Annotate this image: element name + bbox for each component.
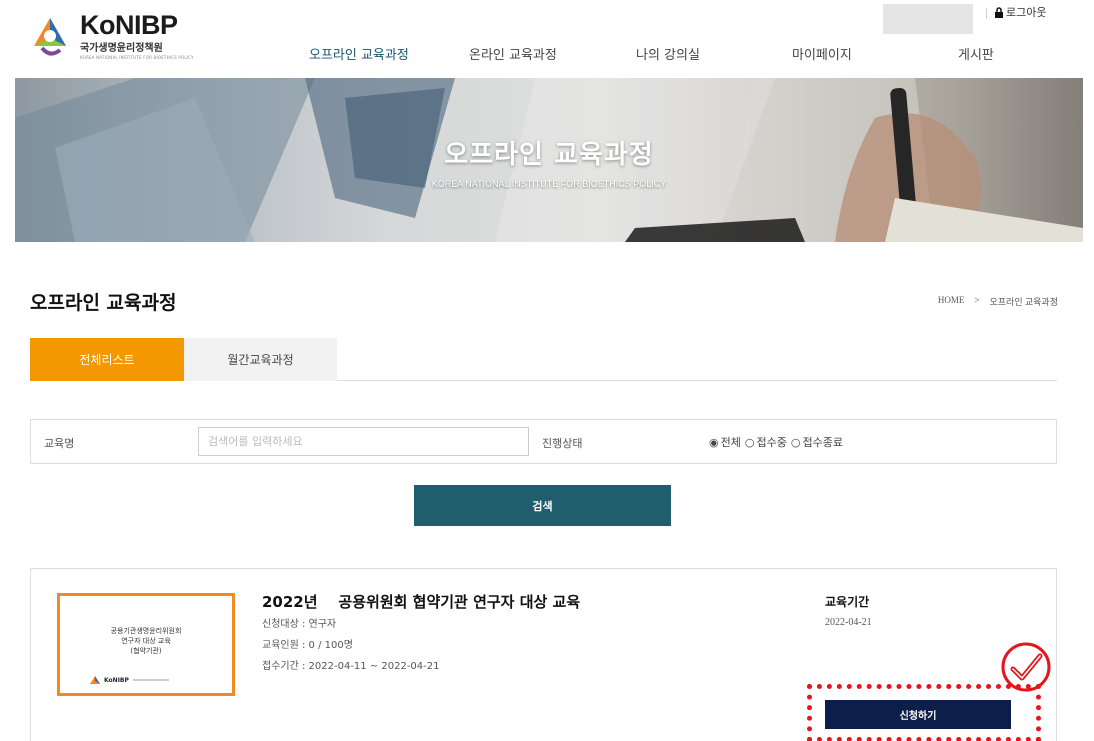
course-title[interactable]: 2022년 공용위원회 협약기관 연구자 대상 교육	[262, 591, 580, 612]
hero-subtitle: KOREA NATIONAL INSTITUTE FOR BIOETHICS P…	[431, 179, 667, 189]
breadcrumb-current: 오프라인 교육과정	[989, 297, 1059, 307]
status-radio-closed[interactable]: ○ 접수종료	[791, 434, 843, 450]
tab-monthly-courses[interactable]: 월간교육과정	[184, 338, 337, 381]
course-name-input[interactable]	[198, 427, 529, 456]
course-target: 신청대상 : 연구자	[262, 619, 337, 630]
nav-my-page[interactable]: 마이페이지	[792, 44, 852, 63]
logo-subtitle-en: KOREA NATIONAL INSTITUTE FOR BIOETHICS P…	[80, 55, 194, 60]
site-header: KoNIBP 국가생명윤리정책원 KOREA NATIONAL INSTITUT…	[0, 0, 1094, 78]
lock-icon	[995, 6, 1003, 18]
radio-checked-icon: ◉	[709, 435, 719, 449]
breadcrumb: HOME > 오프라인 교육과정	[938, 295, 1058, 308]
course-capacity: 교육인원 : 0 / 100명	[262, 640, 353, 651]
hero-title: 오프라인 교육과정	[444, 140, 654, 170]
status-radio-open[interactable]: ○ 접수중	[745, 434, 787, 450]
radio-label: 전체	[720, 436, 741, 449]
course-name-label: 교육명	[44, 437, 75, 450]
course-card: 공용기관생명윤리위원회 연구자 대상 교육 (협약기관) KoNIBP 2022…	[30, 568, 1057, 741]
tab-all-list[interactable]: 전체리스트	[30, 338, 184, 381]
search-button[interactable]: 검색	[414, 485, 671, 526]
page-title: 오프라인 교육과정	[30, 292, 177, 314]
konibp-logo-icon	[34, 18, 66, 56]
nav-offline-courses[interactable]: 오프라인 교육과정	[309, 44, 409, 63]
site-logo[interactable]: KoNIBP 국가생명윤리정책원 KOREA NATIONAL INSTITUT…	[28, 12, 194, 60]
course-period: 2022-04-21	[825, 617, 872, 628]
breadcrumb-separator: >	[974, 295, 980, 305]
breadcrumb-home[interactable]: HOME	[938, 295, 965, 308]
radio-label: 접수종료	[802, 436, 843, 449]
util-divider	[986, 8, 987, 19]
nav-my-classroom[interactable]: 나의 강의실	[636, 44, 700, 63]
course-thumbnail[interactable]: 공용기관생명윤리위원회 연구자 대상 교육 (협약기관) KoNIBP	[57, 593, 235, 696]
course-period-label: 교육기간	[825, 595, 870, 609]
course-reception-period: 접수기간 : 2022-04-11 ~ 2022-04-21	[262, 661, 440, 672]
status-radio-group: ◉ 전체 ○ 접수중 ○ 접수종료	[709, 434, 843, 450]
nav-board[interactable]: 게시판	[958, 44, 994, 63]
logout-label: 로그아웃	[1006, 6, 1047, 19]
logo-title: KoNIBP	[80, 10, 178, 40]
apply-button[interactable]: 신청하기	[825, 700, 1011, 729]
hero-banner: 오프라인 교육과정 KOREA NATIONAL INSTITUTE FOR B…	[15, 78, 1083, 242]
check-circle-icon	[1001, 642, 1051, 692]
radio-unchecked-icon: ○	[744, 435, 755, 449]
nav-online-courses[interactable]: 온라인 교육과정	[469, 44, 557, 63]
user-name-box	[883, 4, 973, 34]
search-form: 교육명 진행상태 ◉ 전체 ○ 접수중 ○ 접수종료	[30, 419, 1057, 464]
logo-subtitle: 국가생명윤리정책원	[80, 43, 163, 54]
konibp-logo-icon	[90, 676, 100, 684]
status-label: 진행상태	[542, 437, 583, 450]
radio-unchecked-icon: ○	[790, 435, 801, 449]
logout-link[interactable]: 로그아웃	[994, 4, 1046, 20]
course-tabs: 전체리스트 월간교육과정	[30, 338, 1057, 381]
status-radio-all[interactable]: ◉ 전체	[709, 434, 741, 450]
thumbnail-text: 공용기관생명윤리위원회 연구자 대상 교육 (협약기관)	[110, 627, 182, 655]
thumbnail-logo: KoNIBP	[90, 676, 169, 684]
radio-label: 접수중	[756, 436, 787, 449]
